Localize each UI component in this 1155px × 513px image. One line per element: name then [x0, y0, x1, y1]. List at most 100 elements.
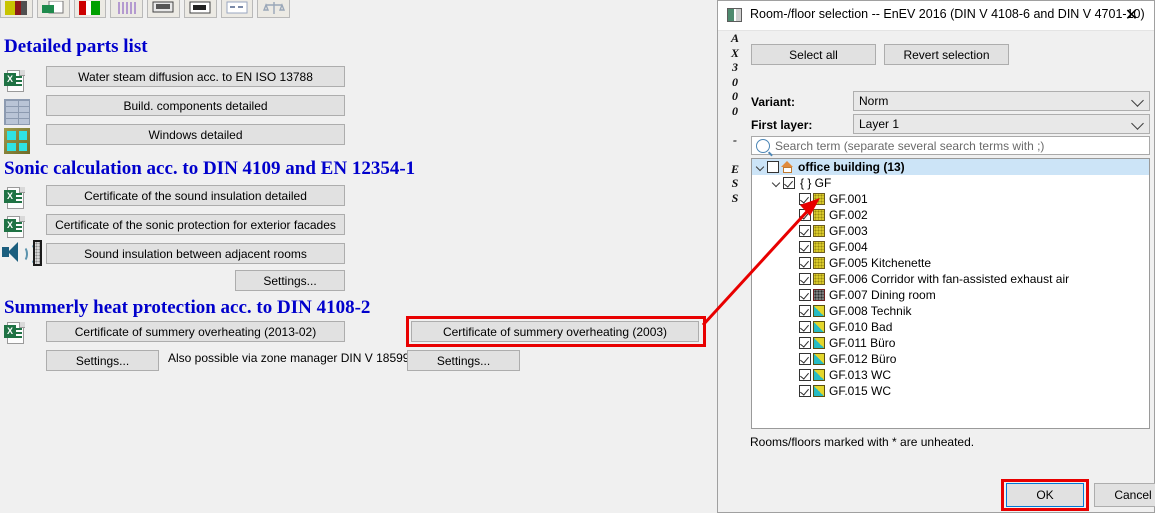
cancel-button[interactable]: Cancel [1094, 483, 1155, 507]
window-app-icon [727, 8, 742, 22]
report-icon[interactable] [183, 0, 217, 18]
tree-checkbox[interactable] [799, 353, 811, 365]
dialog-title: Room-/floor selection -- EnEV 2016 (DIN … [750, 7, 1145, 21]
vertical-brand-text: AX3000-ESS [730, 31, 739, 205]
button-build-components-detailed[interactable]: Build. components detailed [46, 95, 345, 116]
excel-icon: X [4, 187, 30, 213]
settings-button-summer[interactable]: Settings... [46, 350, 159, 371]
brick-wall-icon [4, 99, 30, 125]
variant-select[interactable]: Norm [853, 91, 1150, 111]
tree-checkbox[interactable] [799, 321, 811, 333]
tree-row[interactable]: GF.005 Kitchenette [752, 255, 1149, 271]
tree-checkbox[interactable] [799, 289, 811, 301]
radiator-icon[interactable] [110, 0, 143, 18]
tree-row-label: { } GF [800, 176, 832, 190]
search-placeholder: Search term (separate several search ter… [775, 138, 1045, 153]
button-certificate-sonic-protection-facades[interactable]: Certificate of the sonic protection for … [46, 214, 345, 235]
settings-button-sonic[interactable]: Settings... [235, 270, 345, 291]
highlight-box-overheating-2003 [406, 316, 706, 347]
room-yellow-icon [813, 209, 825, 221]
tree-row-label: GF.006 Corridor with fan-assisted exhaus… [829, 272, 1070, 286]
first-layer-value: Layer 1 [859, 117, 900, 131]
tree-checkbox[interactable] [799, 241, 811, 253]
button-sound-insulation-adjacent-rooms[interactable]: Sound insulation between adjacent rooms [46, 243, 345, 264]
variant-value: Norm [859, 94, 889, 108]
tree-row[interactable]: GF.002 [752, 207, 1149, 223]
first-layer-label: First layer: [751, 118, 813, 132]
tree-checkbox[interactable] [767, 161, 779, 173]
tree-checkbox[interactable] [799, 209, 811, 221]
tree-row[interactable]: GF.006 Corridor with fan-assisted exhaus… [752, 271, 1149, 287]
section-title-sonic: Sonic calculation acc. to DIN 4109 and E… [4, 158, 416, 179]
tree-row[interactable]: GF.010 Bad [752, 319, 1149, 335]
room-yellow-icon [813, 193, 825, 205]
tree-checkbox[interactable] [799, 257, 811, 269]
tree-checkbox[interactable] [799, 305, 811, 317]
chevron-down-icon[interactable] [754, 159, 767, 175]
button-certificate-sound-insulation-detailed[interactable]: Certificate of the sound insulation deta… [46, 185, 345, 206]
close-icon[interactable]: ✕ [1109, 1, 1154, 29]
settings-button-middle[interactable]: Settings... [407, 350, 520, 371]
button-water-steam-diffusion[interactable]: Water steam diffusion acc. to EN ISO 137… [46, 66, 345, 87]
tree-row[interactable]: GF.012 Büro [752, 351, 1149, 367]
room-yellow-icon [813, 273, 825, 285]
revert-selection-button[interactable]: Revert selection [884, 44, 1009, 65]
tree-row-label: GF.008 Technik [829, 304, 912, 318]
button-windows-detailed[interactable]: Windows detailed [46, 124, 345, 145]
room-cyan-icon [813, 321, 825, 333]
palette-icon[interactable] [0, 0, 33, 18]
tree-row[interactable]: GF.008 Technik [752, 303, 1149, 319]
tree-checkbox[interactable] [799, 337, 811, 349]
search-icon [756, 138, 770, 153]
tree-row[interactable]: GF.013 WC [752, 367, 1149, 383]
button-certificate-summery-overheating-2013[interactable]: Certificate of summery overheating (2013… [46, 321, 345, 342]
tree-row[interactable]: GF.015 WC [752, 383, 1149, 399]
tree-checkbox[interactable] [799, 225, 811, 237]
tree-row[interactable]: office building (13) [752, 159, 1149, 175]
speaker-icon [2, 240, 44, 266]
room-tree-list[interactable]: office building (13) { } GF GF.001 GF.002 GF… [751, 158, 1150, 429]
room-cyan-icon [813, 353, 825, 365]
room-cyan-icon [813, 385, 825, 397]
room-cyan-icon [813, 337, 825, 349]
tree-row[interactable]: { } GF [752, 175, 1149, 191]
tree-row-label: GF.005 Kitchenette [829, 256, 932, 270]
section-title-summer: Summerly heat protection acc. to DIN 410… [4, 297, 371, 318]
chevron-down-icon [1131, 117, 1144, 130]
tree-checkbox[interactable] [783, 177, 795, 189]
tree-row-label: office building (13) [798, 160, 905, 174]
room-yellow-icon [813, 257, 825, 269]
tree-row-label: GF.012 Büro [829, 352, 897, 366]
tree-row[interactable]: GF.001 [752, 191, 1149, 207]
chevron-down-icon[interactable] [770, 175, 783, 191]
room-gray-icon [813, 289, 825, 301]
document-export-icon[interactable] [36, 0, 70, 18]
tree-checkbox[interactable] [799, 193, 811, 205]
tree-checkbox[interactable] [799, 369, 811, 381]
excel-icon: X [4, 216, 30, 242]
tree-row-label: GF.013 WC [829, 368, 892, 382]
zone-manager-hint: Also possible via zone manager DIN V 185… [168, 351, 410, 365]
tree-row-label: GF.011 Büro [829, 336, 896, 350]
tree-row-label: GF.007 Dining room [829, 288, 936, 302]
tree-row[interactable]: GF.004 [752, 239, 1149, 255]
print-preview-icon[interactable] [147, 0, 180, 18]
first-layer-select[interactable]: Layer 1 [853, 114, 1150, 134]
tree-checkbox[interactable] [799, 273, 811, 285]
color-blocks-icon[interactable] [73, 0, 107, 18]
search-input[interactable]: Search term (separate several search ter… [751, 136, 1150, 155]
dialog-titlebar[interactable]: Room-/floor selection -- EnEV 2016 (DIN … [718, 1, 1154, 31]
unheated-footnote: Rooms/floors marked with * are unheated. [750, 435, 975, 449]
tree-row-label: GF.010 Bad [829, 320, 893, 334]
tree-row[interactable]: GF.003 [752, 223, 1149, 239]
room-floor-selection-dialog: Room-/floor selection -- EnEV 2016 (DIN … [717, 0, 1155, 513]
chevron-down-icon [1131, 94, 1144, 107]
tree-checkbox[interactable] [799, 385, 811, 397]
window-icon [4, 128, 30, 154]
tree-row[interactable]: GF.007 Dining room [752, 287, 1149, 303]
balance-icon[interactable] [257, 0, 290, 18]
table-icon[interactable] [220, 0, 254, 18]
tree-row[interactable]: GF.011 Büro [752, 335, 1149, 351]
select-all-button[interactable]: Select all [751, 44, 876, 65]
tree-row-label: GF.001 [829, 192, 868, 206]
